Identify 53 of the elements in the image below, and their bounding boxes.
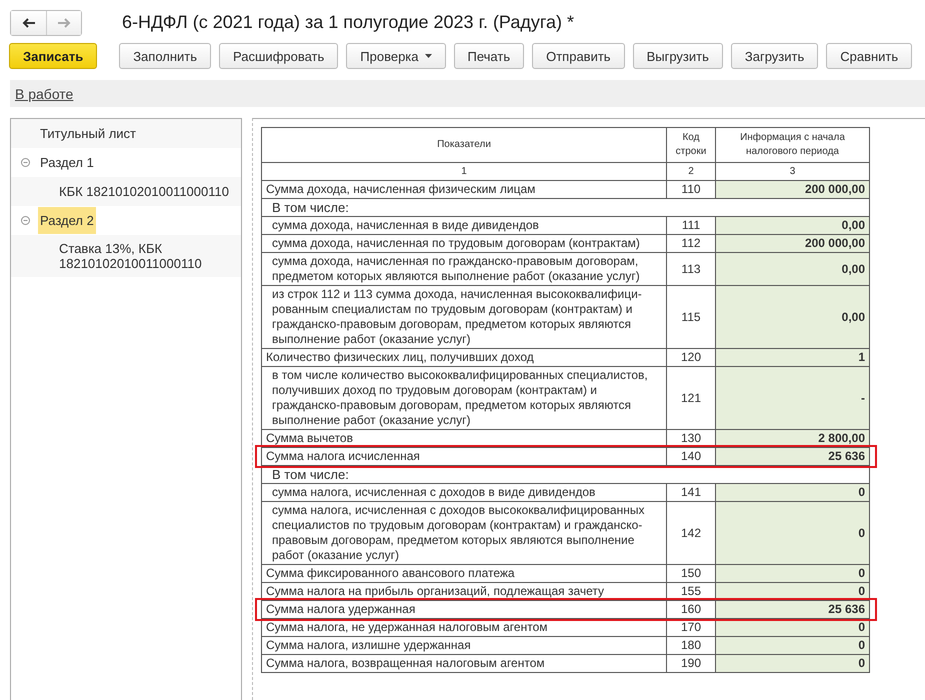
column-header: Информация с начала налогового периода — [716, 128, 870, 162]
indicator-cell: сумма дохода, начисленная в виде дивидендов — [262, 216, 666, 234]
value-field[interactable]: 1 — [716, 348, 870, 366]
indicator-cell: сумма дохода, начисленная по гражданско-правовым договорам, предметом которых являются выполнение работ (оказание услуг) — [262, 252, 666, 286]
column-number: 2 — [666, 162, 716, 180]
collapse-icon[interactable] — [21, 158, 30, 167]
indicator-cell: Сумма налога, не удержанная налоговым агентом — [262, 618, 666, 636]
value-field[interactable]: - — [716, 366, 870, 430]
value-field[interactable]: 25 636 — [716, 448, 870, 466]
indicator-cell: Сумма налога, излишне удержанная — [262, 636, 666, 654]
toolbar-button[interactable]: Печать — [454, 43, 524, 69]
indicator-cell: сумма налога, исчисленная с доходов в виде дивидендов — [262, 484, 666, 502]
toolbar-button[interactable]: Сравнить — [826, 43, 912, 69]
value-field[interactable]: 0 — [716, 502, 870, 564]
collapse-icon[interactable] — [21, 216, 30, 225]
value-field[interactable]: 0,00 — [716, 216, 870, 234]
value-field[interactable]: 0 — [716, 654, 870, 672]
value-field[interactable]: 0,00 — [716, 286, 870, 348]
toolbar-button[interactable]: Заполнить — [119, 43, 212, 69]
indicator-cell: Сумма налога, возвращенная налоговым агентом — [262, 654, 666, 672]
indicator-cell: Сумма дохода, начисленная физическим лицам — [262, 180, 666, 198]
value-field[interactable]: 25 636 — [716, 600, 870, 618]
dropdown-button[interactable]: Проверка — [346, 43, 446, 69]
save-button[interactable]: Записать — [9, 43, 98, 69]
forward-arrow-icon — [57, 18, 71, 28]
indicator-cell: Количество физических лиц, получивших доход — [262, 348, 666, 366]
back-button[interactable] — [11, 10, 46, 34]
value-field[interactable]: 0,00 — [716, 252, 870, 286]
window-title: 6-НДФЛ (с 2021 года) за 1 полугодие 2023 г. (Радуга) * — [122, 12, 574, 33]
toolbar-button[interactable]: Расшифровать — [219, 43, 338, 69]
indicator-cell: Сумма налога на прибыль организаций, подлежащая зачету — [262, 582, 666, 600]
value-field[interactable]: 0 — [716, 636, 870, 654]
caret-icon — [424, 54, 432, 58]
toolbar-button[interactable]: Выгрузить — [632, 43, 723, 69]
indicator-cell: сумма налога, исчисленная с доходов высококвалифицированных специалистов по трудовым договорам (контрактам) и гражданско-правовым договорам, предметом которых являются выполнение работ (оказание услуг) — [262, 502, 666, 564]
tree-item[interactable]: Раздел 2 — [38, 207, 96, 234]
column-header: Показатели — [262, 128, 666, 162]
status-link[interactable]: В работе — [15, 86, 74, 102]
indicator-cell: Сумма вычетов — [262, 430, 666, 448]
indicator-cell: в том числе количество высококвалифицированных специалистов, получивших доход по трудовым договорам (контрактам) и гражданско-правовым договорам, предметом которых являются выполнение работ (оказание услуг) — [262, 366, 666, 430]
toolbar-button[interactable]: Загрузить — [730, 43, 818, 69]
value-field[interactable]: 200 000,00 — [716, 234, 870, 252]
indicator-cell: сумма дохода, начисленная по трудовым договорам (контрактам) — [262, 234, 666, 252]
value-field[interactable]: 0 — [716, 564, 870, 582]
tree-item[interactable]: Раздел 1 — [38, 149, 96, 176]
value-field[interactable]: 0 — [716, 484, 870, 502]
toolbar-button[interactable]: Отправить — [532, 43, 625, 69]
indicator-cell: из строк 112 и 113 сумма дохода, начисленная высококвалифици-рованным специалистам по трудовым договорам (контрактам) и гражданско-правовым договорам, предметом которых являются выполнение работ (оказание услуг) — [262, 286, 666, 348]
column-header: Код строки — [666, 128, 716, 162]
back-arrow-icon — [22, 18, 36, 28]
indicator-cell: Сумма фиксированного авансового платежа — [262, 564, 666, 582]
column-number: 1 — [262, 162, 666, 180]
value-field[interactable]: 200 000,00 — [716, 180, 870, 198]
